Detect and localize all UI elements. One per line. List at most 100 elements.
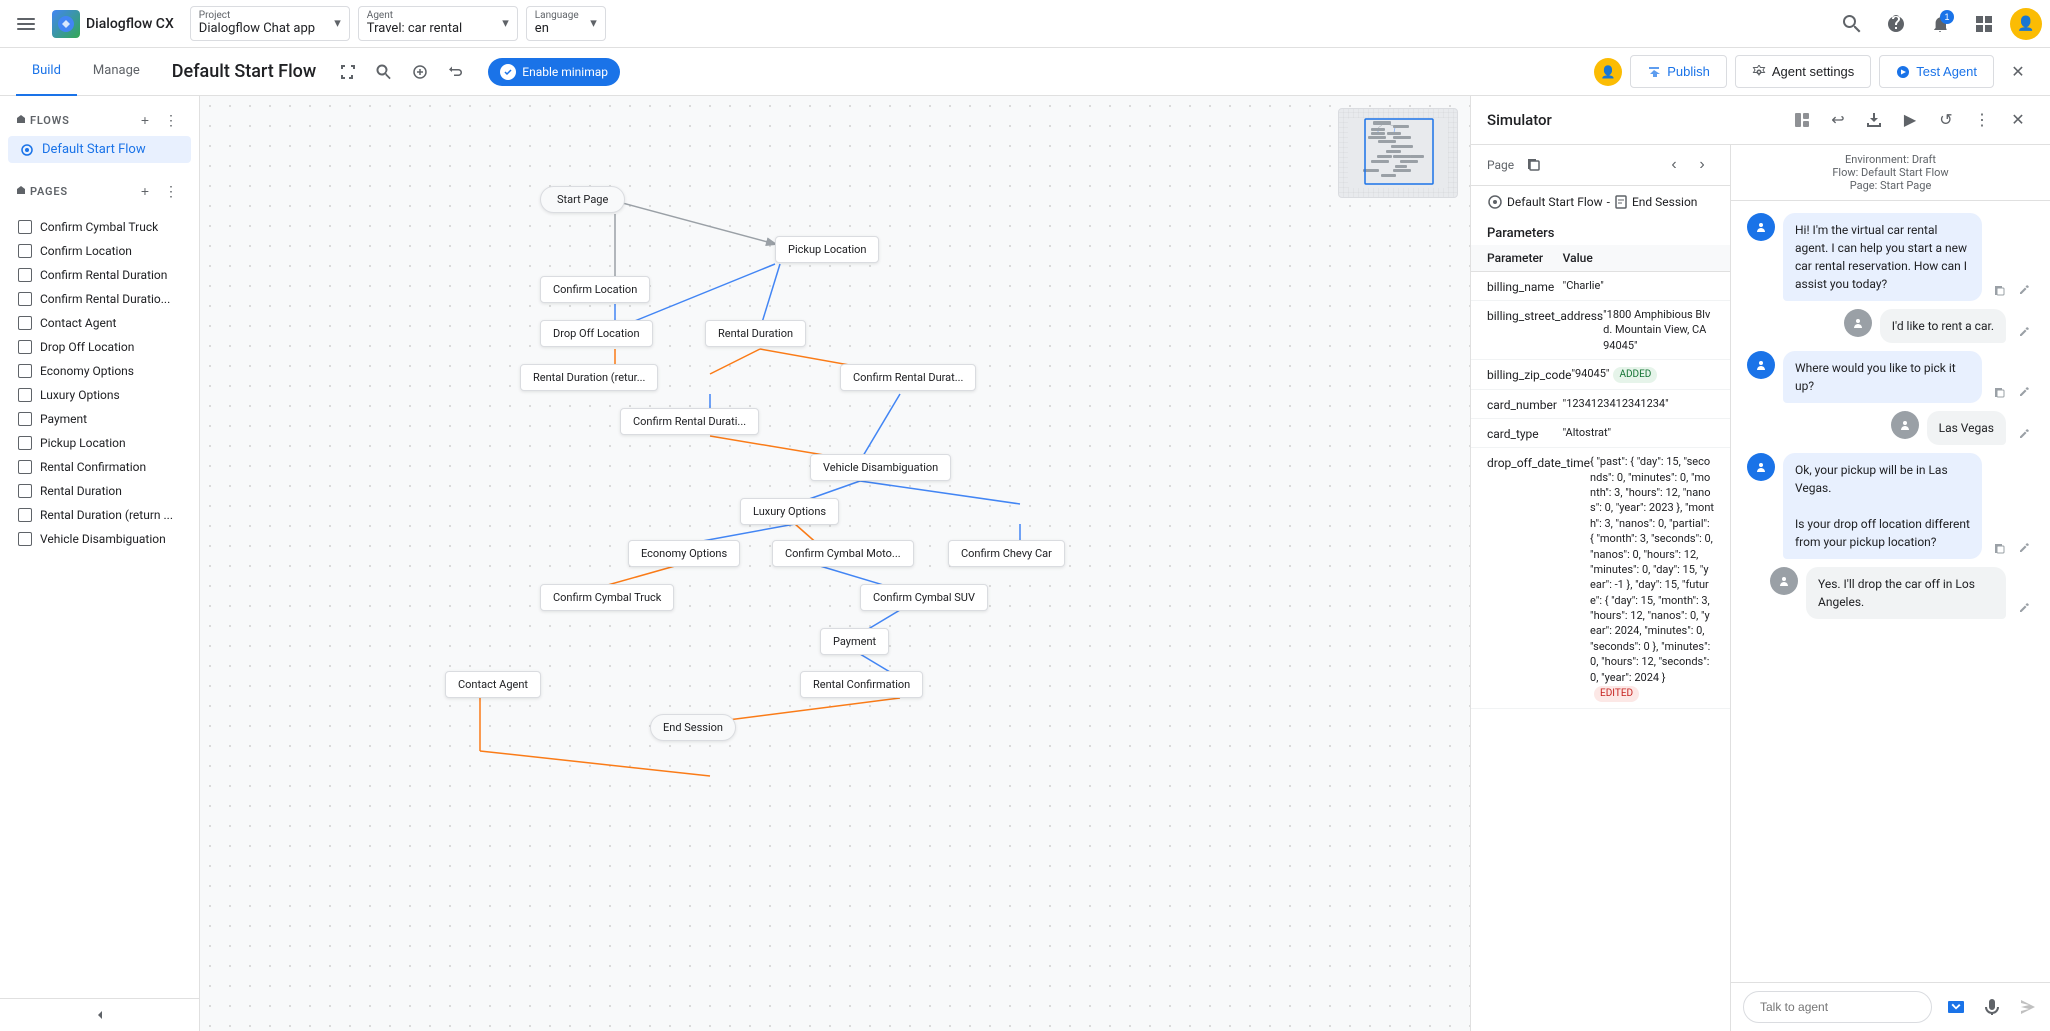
node-drop-off-location[interactable]: Drop Off Location bbox=[540, 320, 653, 347]
page-label: Contact Agent bbox=[40, 316, 116, 330]
params-back-button[interactable]: ‹ bbox=[1662, 153, 1686, 177]
simulator-refresh-button[interactable]: ↺ bbox=[1930, 104, 1962, 136]
node-confirm-cymbal-truck[interactable]: Confirm Cymbal Truck bbox=[540, 584, 674, 611]
add-page-button[interactable]: + bbox=[133, 179, 157, 203]
test-agent-button[interactable]: Test Agent bbox=[1879, 55, 1994, 88]
menu-icon[interactable] bbox=[8, 6, 44, 42]
copy-message-icon[interactable] bbox=[1990, 281, 2010, 301]
page-item-luxury-options[interactable]: Luxury Options bbox=[8, 383, 191, 407]
apps-button[interactable] bbox=[1966, 6, 2002, 42]
canvas-area[interactable]: Start Page Pickup Location Confirm Locat… bbox=[200, 96, 1470, 1031]
page-item-confirm-rental-duratio[interactable]: Confirm Rental Duratio... bbox=[8, 287, 191, 311]
project-chevron-icon: ▾ bbox=[334, 16, 341, 31]
col-header-value: Value bbox=[1563, 251, 1714, 265]
page-icon bbox=[18, 388, 32, 402]
page-item-pickup-location[interactable]: Pickup Location bbox=[8, 431, 191, 455]
param-value: "1234123412341234" bbox=[1563, 396, 1714, 411]
page-item-rental-duration[interactable]: Rental Duration bbox=[8, 479, 191, 503]
copy-message-icon[interactable] bbox=[1990, 383, 2010, 403]
node-confirm-chevy-car[interactable]: Confirm Chevy Car bbox=[948, 540, 1065, 567]
page-item-drop-off-location[interactable]: Drop Off Location bbox=[8, 335, 191, 359]
simulator-download-button[interactable] bbox=[1858, 104, 1890, 136]
flows-menu-button[interactable]: ⋮ bbox=[159, 108, 183, 132]
node-contact-agent[interactable]: Contact Agent bbox=[445, 671, 541, 698]
node-end-session[interactable]: End Session bbox=[650, 714, 736, 741]
zoom-to-fit-button[interactable] bbox=[404, 56, 436, 88]
node-economy-options[interactable]: Economy Options bbox=[628, 540, 740, 567]
app-logo: Dialogflow CX bbox=[52, 10, 174, 38]
edit-user-message-icon[interactable] bbox=[2014, 425, 2034, 445]
edit-user-message-icon[interactable] bbox=[2014, 323, 2034, 343]
params-copy-button[interactable] bbox=[1522, 153, 1546, 177]
breadcrumb-separator: - bbox=[1607, 195, 1610, 209]
params-forward-button[interactable]: › bbox=[1690, 153, 1714, 177]
tab-build[interactable]: Build bbox=[16, 48, 77, 96]
agent-selector[interactable]: Agent Travel: car rental ▾ bbox=[358, 6, 518, 41]
edit-message-icon[interactable] bbox=[2014, 281, 2034, 301]
undo-button[interactable] bbox=[440, 56, 472, 88]
simulator-play-button[interactable]: ▶ bbox=[1894, 104, 1926, 136]
node-luxury-options[interactable]: Luxury Options bbox=[740, 498, 839, 525]
edit-message-icon[interactable] bbox=[2014, 539, 2034, 559]
param-value: "94045"ADDED bbox=[1571, 366, 1714, 383]
node-confirm-cymbal-suv[interactable]: Confirm Cymbal SUV bbox=[860, 584, 988, 611]
sidebar-item-default-start-flow[interactable]: Default Start Flow bbox=[8, 136, 191, 163]
add-flow-button[interactable]: + bbox=[133, 108, 157, 132]
pages-menu-button[interactable]: ⋮ bbox=[159, 179, 183, 203]
publish-button[interactable]: Publish bbox=[1630, 55, 1727, 88]
notifications-button[interactable]: 1 bbox=[1922, 6, 1958, 42]
node-confirm-rental-durati-left[interactable]: Confirm Rental Durati... bbox=[620, 408, 759, 435]
minimap bbox=[1338, 108, 1458, 198]
node-rental-confirmation[interactable]: Rental Confirmation bbox=[800, 671, 923, 698]
page-item-rental-confirmation[interactable]: Rental Confirmation bbox=[8, 455, 191, 479]
node-vehicle-disambiguation[interactable]: Vehicle Disambiguation bbox=[810, 454, 951, 481]
page-item-vehicle-disambiguation[interactable]: Vehicle Disambiguation bbox=[8, 527, 191, 551]
user-avatar-small[interactable]: 👤 bbox=[1594, 58, 1622, 86]
params-table-header: Parameter Value bbox=[1471, 245, 1730, 272]
page-item-economy-options[interactable]: Economy Options bbox=[8, 359, 191, 383]
node-confirm-location[interactable]: Confirm Location bbox=[540, 276, 650, 303]
mic-button[interactable] bbox=[1976, 991, 2008, 1023]
agent-settings-button[interactable]: Agent settings bbox=[1735, 55, 1871, 88]
edit-message-icon[interactable] bbox=[2014, 383, 2034, 403]
language-selector-content: Language en bbox=[535, 11, 579, 36]
search-canvas-button[interactable] bbox=[368, 56, 400, 88]
node-pickup-location[interactable]: Pickup Location bbox=[775, 236, 879, 263]
node-rental-duration-retur[interactable]: Rental Duration (retur... bbox=[520, 364, 658, 391]
tab-manage[interactable]: Manage bbox=[77, 48, 156, 96]
page-item-rental-duration-return[interactable]: Rental Duration (return ... bbox=[8, 503, 191, 527]
user-avatar[interactable]: 👤 bbox=[2010, 8, 2042, 40]
send-button[interactable] bbox=[2012, 991, 2044, 1023]
zoom-fit-button[interactable] bbox=[332, 56, 364, 88]
chat-input[interactable] bbox=[1743, 991, 1932, 1023]
add-attachment-button[interactable] bbox=[1940, 991, 1972, 1023]
node-confirm-rental-durat-right[interactable]: Confirm Rental Durat... bbox=[840, 364, 976, 391]
flows-actions: + ⋮ bbox=[133, 108, 183, 132]
simulator-close-button[interactable]: ✕ bbox=[2002, 104, 2034, 136]
minimap-toggle[interactable]: Enable minimap bbox=[488, 58, 620, 86]
search-button[interactable] bbox=[1834, 6, 1870, 42]
node-start-page[interactable]: Start Page bbox=[540, 186, 625, 213]
simulator-undo-button[interactable]: ↩ bbox=[1822, 104, 1854, 136]
param-row: drop_off_date_time{ "past": { "day": 15,… bbox=[1471, 448, 1730, 709]
node-payment[interactable]: Payment bbox=[820, 628, 889, 655]
close-button[interactable]: ✕ bbox=[2002, 56, 2034, 88]
page-label: Luxury Options bbox=[40, 388, 120, 402]
project-selector[interactable]: Project Dialogflow Chat app ▾ bbox=[190, 6, 350, 41]
page-item-confirm-rental-duration[interactable]: Confirm Rental Duration bbox=[8, 263, 191, 287]
params-table: Parameter Value billing_name"Charlie"bil… bbox=[1471, 245, 1730, 1031]
copy-message-icon[interactable] bbox=[1990, 539, 2010, 559]
simulator-more-button[interactable]: ⋮ bbox=[1966, 104, 1998, 136]
page-item-confirm-cymbal-truck[interactable]: Confirm Cymbal Truck bbox=[8, 215, 191, 239]
node-rental-duration[interactable]: Rental Duration bbox=[705, 320, 806, 347]
page-item-confirm-location[interactable]: Confirm Location bbox=[8, 239, 191, 263]
sidebar-collapse-button[interactable] bbox=[0, 998, 199, 1031]
help-button[interactable] bbox=[1878, 6, 1914, 42]
page-icon bbox=[18, 340, 32, 354]
language-selector[interactable]: Language en ▾ bbox=[526, 6, 606, 41]
simulator-layout-button[interactable] bbox=[1786, 104, 1818, 136]
node-confirm-cymbal-moto[interactable]: Confirm Cymbal Moto... bbox=[772, 540, 914, 567]
edit-user-message-icon[interactable] bbox=[2014, 599, 2034, 619]
page-item-payment[interactable]: Payment bbox=[8, 407, 191, 431]
page-item-contact-agent[interactable]: Contact Agent bbox=[8, 311, 191, 335]
